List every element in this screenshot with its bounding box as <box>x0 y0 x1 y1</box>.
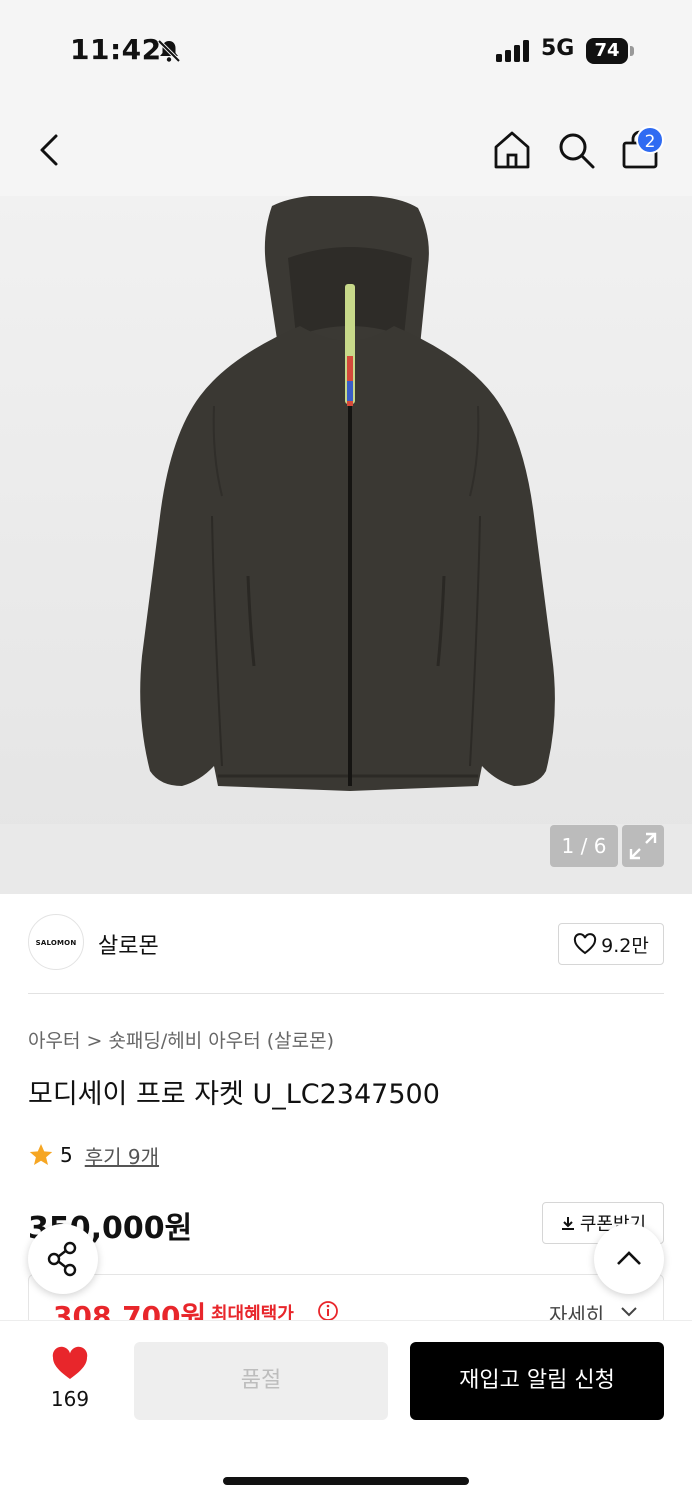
chevron-up-icon <box>617 1251 641 1265</box>
expand-icon[interactable] <box>622 825 664 867</box>
status-time: 11:42 <box>70 33 162 66</box>
battery-cap <box>630 46 634 56</box>
wishlist-count: 169 <box>50 1387 90 1411</box>
rating-value: 5 <box>60 1143 73 1167</box>
brand-like-button[interactable]: 9.2만 <box>558 923 664 965</box>
product-title: 모디세이 프로 자켓 U_LC2347500 <box>28 1079 440 1110</box>
brand-name[interactable]: 살로몬 <box>98 928 159 960</box>
info-icon[interactable] <box>317 1300 339 1322</box>
share-icon <box>47 1241 77 1277</box>
cart-count-badge: 2 <box>636 126 664 154</box>
home-icon[interactable] <box>490 128 534 172</box>
restock-alert-button[interactable]: 재입고 알림 신청 <box>410 1342 664 1420</box>
brand-logo[interactable]: SALOMON <box>28 914 84 970</box>
bell-muted-icon <box>157 39 181 63</box>
scroll-top-button[interactable] <box>594 1224 664 1294</box>
sold-out-button: 품절 <box>134 1342 388 1420</box>
back-icon[interactable] <box>30 128 70 172</box>
heart-filled-icon <box>52 1346 88 1379</box>
chevron-down-icon <box>621 1307 637 1317</box>
network-type: 5G <box>541 36 575 61</box>
download-icon <box>561 1217 574 1230</box>
status-bar: 11:42 5G 74 <box>0 0 692 100</box>
review-link[interactable]: 후기 9개 <box>85 1141 159 1170</box>
divider <box>28 993 664 994</box>
product-image-gallery[interactable]: 1 / 6 <box>0 196 692 894</box>
top-nav-bar <box>0 100 692 196</box>
heart-outline-icon <box>574 933 597 955</box>
signal-icon <box>496 40 529 62</box>
product-image <box>140 196 555 791</box>
rating-row[interactable]: 5 후기 9개 <box>28 1140 159 1170</box>
image-counter: 1 / 6 <box>550 825 618 867</box>
home-indicator <box>223 1477 469 1485</box>
breadcrumb[interactable]: 아우터 > 숏패딩/헤비 아우터 (살로몬) <box>28 1026 334 1053</box>
battery-indicator: 74 <box>586 38 628 64</box>
star-icon <box>29 1144 53 1165</box>
share-button[interactable] <box>28 1224 98 1294</box>
brand-like-count: 9.2만 <box>601 934 649 957</box>
search-icon[interactable] <box>554 128 598 172</box>
bottom-action-bar: 169 품절 재입고 알림 신청 <box>0 1320 692 1500</box>
